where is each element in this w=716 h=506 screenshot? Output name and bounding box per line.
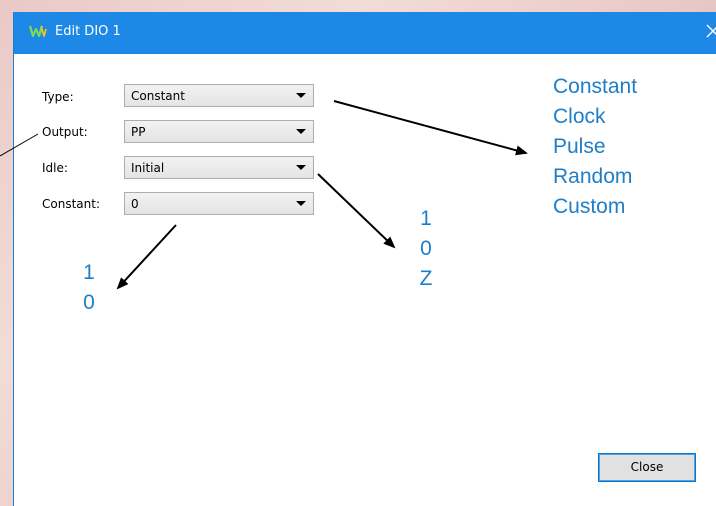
edit-dio-dialog: Edit DIO 1 Type: Constant Output: PP Idl… [13,12,716,506]
annotation-option: Z [419,267,433,290]
title-bar[interactable]: Edit DIO 1 [14,12,716,54]
annotation-option: Custom [553,195,626,218]
annotation-option: 1 [420,207,432,230]
window-title: Edit DIO 1 [55,24,121,39]
constant-label: Constant: [42,197,100,211]
annotation-option: Constant [553,75,638,98]
constant-options-annotation: 1 0 [81,258,97,318]
close-button[interactable]: Close [598,453,696,482]
output-select-value: PP [131,125,146,139]
waveforms-logo-icon [29,25,47,38]
annotation-option: Clock [553,105,606,128]
type-select-value: Constant [131,89,185,103]
annotation-option: Pulse [553,135,606,158]
chevron-down-icon [296,201,306,206]
idle-select[interactable]: Initial [124,156,314,179]
close-icon[interactable] [702,20,716,42]
chevron-down-icon [296,129,306,134]
idle-select-value: Initial [131,161,165,175]
idle-label: Idle: [42,161,68,175]
constant-select[interactable]: 0 [124,192,314,215]
annotation-option: 0 [420,237,432,260]
type-label: Type: [42,90,74,104]
constant-select-value: 0 [131,197,139,211]
annotation-option: 1 [83,261,95,284]
chevron-down-icon [296,93,306,98]
output-label: Output: [42,125,88,139]
annotation-option: 0 [83,291,95,314]
chevron-down-icon [296,165,306,170]
idle-options-annotation: 1 0 Z [418,204,434,294]
type-select[interactable]: Constant [124,84,314,107]
type-options-annotation: Constant Clock Pulse Random Custom [553,72,637,222]
annotation-option: Random [553,165,633,188]
output-select[interactable]: PP [124,120,314,143]
